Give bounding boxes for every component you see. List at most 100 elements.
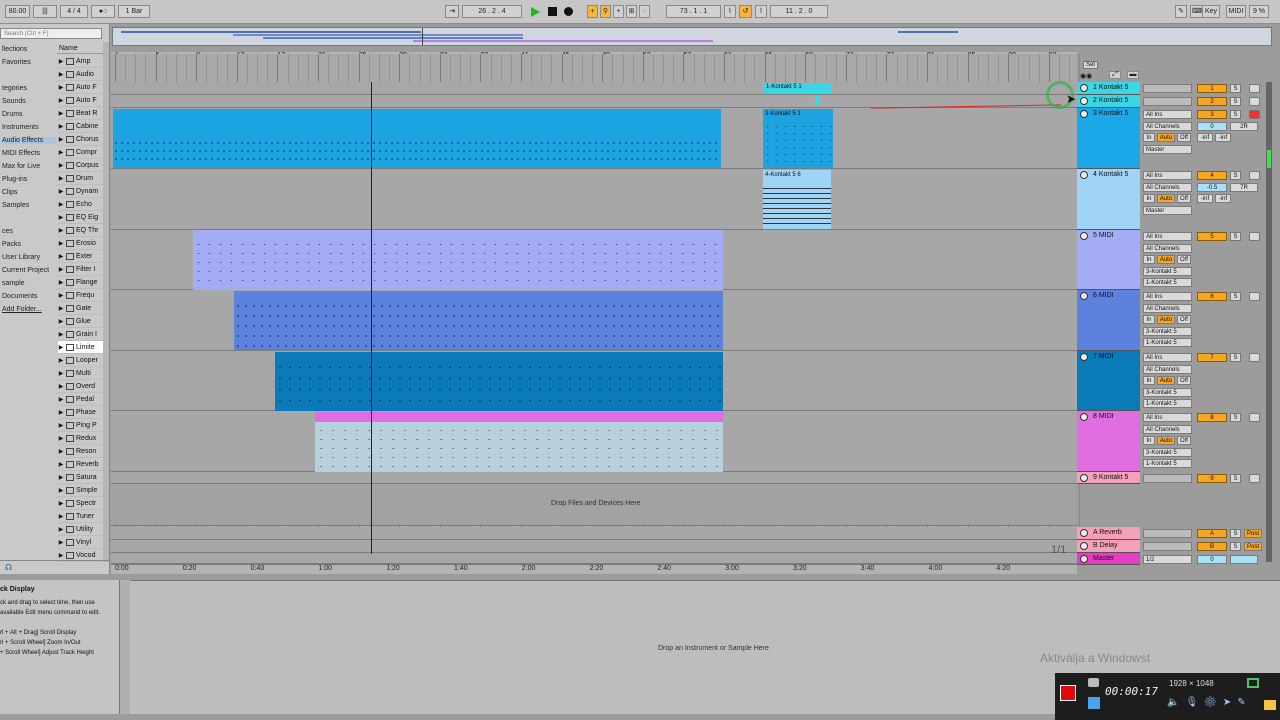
return-lane-b[interactable] (111, 540, 1077, 553)
send-a-field[interactable]: -inf (1197, 194, 1213, 203)
browser-category[interactable]: llections (2, 46, 27, 53)
input-channel-select[interactable]: All Channels (1143, 183, 1192, 192)
track-name[interactable]: 1 Kontakt 5 (1093, 84, 1128, 91)
browser-item[interactable]: ▶ Overd (58, 380, 103, 393)
input-channel-select[interactable]: All Channels (1143, 425, 1192, 434)
browser-item[interactable]: ▶ Gate (58, 302, 103, 315)
arrangement-overview[interactable] (112, 27, 1272, 46)
play-icon[interactable] (531, 7, 540, 17)
browser-item[interactable]: ▶ Cabine (58, 120, 103, 133)
input-select[interactable] (1143, 84, 1192, 93)
track-fold-icon[interactable] (1080, 353, 1088, 361)
arm-button[interactable] (1249, 474, 1260, 483)
clip-track6[interactable] (234, 291, 723, 350)
solo-button[interactable]: S (1230, 413, 1241, 422)
browser-item[interactable]: ▶ EQ Thr (58, 224, 103, 237)
pause-icon[interactable] (1088, 697, 1100, 709)
browser-category[interactable]: ces (2, 228, 13, 235)
input-type-select[interactable]: All Ins (1143, 171, 1192, 180)
output-channel-select[interactable]: 1-Kontakt 5 (1143, 399, 1192, 408)
output-type-select[interactable]: Master (1143, 206, 1192, 215)
browser-item[interactable]: ▶ Auto F (58, 81, 103, 94)
browser-item[interactable]: ▶ Dynam (58, 185, 103, 198)
follow-button[interactable]: ⇥ (445, 5, 459, 18)
volume-field[interactable]: 0 (1197, 122, 1227, 131)
monitor-in-button[interactable]: In (1143, 255, 1155, 264)
loop-switch-button[interactable]: ↺ (739, 5, 752, 18)
track-header[interactable]: 7 MIDI (1077, 351, 1140, 411)
browser-item[interactable]: ▶ Glue (58, 315, 103, 328)
browser-item[interactable]: ▶ Looper (58, 354, 103, 367)
solo-button[interactable]: S (1230, 529, 1241, 538)
browser-category[interactable]: Favorites (2, 59, 31, 66)
metronome-button[interactable]: ●○ (91, 5, 115, 18)
track-name[interactable]: 6 MIDI (1093, 292, 1114, 299)
browser-item[interactable]: ▶ Filter I (58, 263, 103, 276)
solo-button[interactable]: S (1230, 474, 1241, 483)
solo-button[interactable]: S (1230, 292, 1241, 301)
post-button[interactable]: Post (1244, 542, 1262, 551)
clip-track7[interactable] (275, 352, 723, 411)
browser-search-input[interactable]: Search (Ctrl + F) (0, 28, 102, 39)
master-pan-field[interactable] (1230, 555, 1258, 564)
browser-item[interactable]: ▶ Limite (58, 341, 103, 354)
return-input-select[interactable] (1143, 542, 1192, 551)
browser-item[interactable]: ▶ Redux (58, 432, 103, 445)
input-type-select[interactable]: All Ins (1143, 413, 1192, 422)
track-name[interactable]: 5 MIDI (1093, 232, 1114, 239)
browser-item[interactable]: ▶ Spectr (58, 497, 103, 510)
track-fold-icon[interactable] (1080, 542, 1088, 550)
monitor-off-button[interactable]: Off (1177, 255, 1191, 264)
arrangement-view[interactable]: Drop Files and Devices Here 1-Kontakt 5 … (111, 54, 1081, 564)
browser-item[interactable]: ▶ Pedal (58, 393, 103, 406)
browser-category[interactable]: Clips (2, 189, 18, 196)
clip-track5[interactable] (193, 230, 723, 290)
track-activator-button[interactable]: 5 (1197, 232, 1227, 241)
track-fold-icon[interactable] (1080, 529, 1088, 537)
track-activator-button[interactable]: 3 (1197, 110, 1227, 119)
browser-category[interactable]: Add Folder... (2, 306, 42, 313)
input-channel-select[interactable]: All Channels (1143, 304, 1192, 313)
track-name[interactable]: 8 MIDI (1093, 413, 1114, 420)
track-header[interactable]: 9 Kontakt 5 (1077, 472, 1140, 484)
browser-item[interactable]: ▶ Tuner (58, 510, 103, 523)
solo-button[interactable]: S (1230, 542, 1241, 551)
arm-button[interactable] (1249, 97, 1260, 106)
browser-item[interactable]: ▶ Flange (58, 276, 103, 289)
output-type-select[interactable]: 3-Kontakt 5 (1143, 267, 1192, 276)
overdub-button[interactable]: + (587, 5, 598, 18)
punch-in-button[interactable]: ⌇ (724, 5, 736, 18)
browser-item[interactable]: ▶ Echo (58, 198, 103, 211)
punch-out-button[interactable]: ⌇ (755, 5, 767, 18)
monitor-auto-button[interactable]: Auto (1157, 255, 1175, 264)
output-type-select[interactable]: 3-Kontakt 5 (1143, 448, 1192, 457)
output-type-select[interactable]: 3-Kontakt 5 (1143, 388, 1192, 397)
track-activator-button[interactable]: 8 (1197, 413, 1227, 422)
detail-splitter[interactable] (120, 580, 130, 714)
output-type-select[interactable]: 3-Kontakt 5 (1143, 327, 1192, 336)
browser-category[interactable]: Documents (2, 293, 37, 300)
monitor-in-button[interactable]: In (1143, 315, 1155, 324)
track-activator-button[interactable]: 7 (1197, 353, 1227, 362)
browser-category[interactable]: Audio Effects (2, 137, 56, 144)
arm-button[interactable] (1249, 110, 1260, 119)
solo-button[interactable]: S (1230, 353, 1241, 362)
stop-icon[interactable] (548, 7, 557, 16)
clip-4-kontakt[interactable]: 4-Kontakt 5 6 (763, 170, 831, 229)
clip-2-kontakt[interactable] (815, 96, 819, 106)
drop-zone[interactable]: Drop Files and Devices Here (111, 484, 1077, 526)
track-activator-button[interactable]: 1 (1197, 84, 1227, 93)
return-track-header[interactable]: A Reverb (1077, 527, 1140, 540)
browser-item[interactable]: ▶ Frequ (58, 289, 103, 302)
clip-1-kontakt[interactable]: 1-Kontakt 5 1 (764, 83, 832, 94)
browser-item[interactable]: ▶ Grain I (58, 328, 103, 341)
song-position-field[interactable]: 26 . 2 . 4 (462, 5, 522, 18)
track-header[interactable]: 6 MIDI (1077, 290, 1140, 351)
pan-field[interactable]: 7R (1230, 183, 1258, 192)
monitor-off-button[interactable]: Off (1177, 133, 1191, 142)
record-icon[interactable] (564, 7, 573, 16)
capture-button[interactable]: ⊞ (626, 5, 637, 18)
browser-item[interactable]: ▶ Simple (58, 484, 103, 497)
post-button[interactable]: Post (1244, 529, 1262, 538)
browser-item[interactable]: ▶ Exter (58, 250, 103, 263)
